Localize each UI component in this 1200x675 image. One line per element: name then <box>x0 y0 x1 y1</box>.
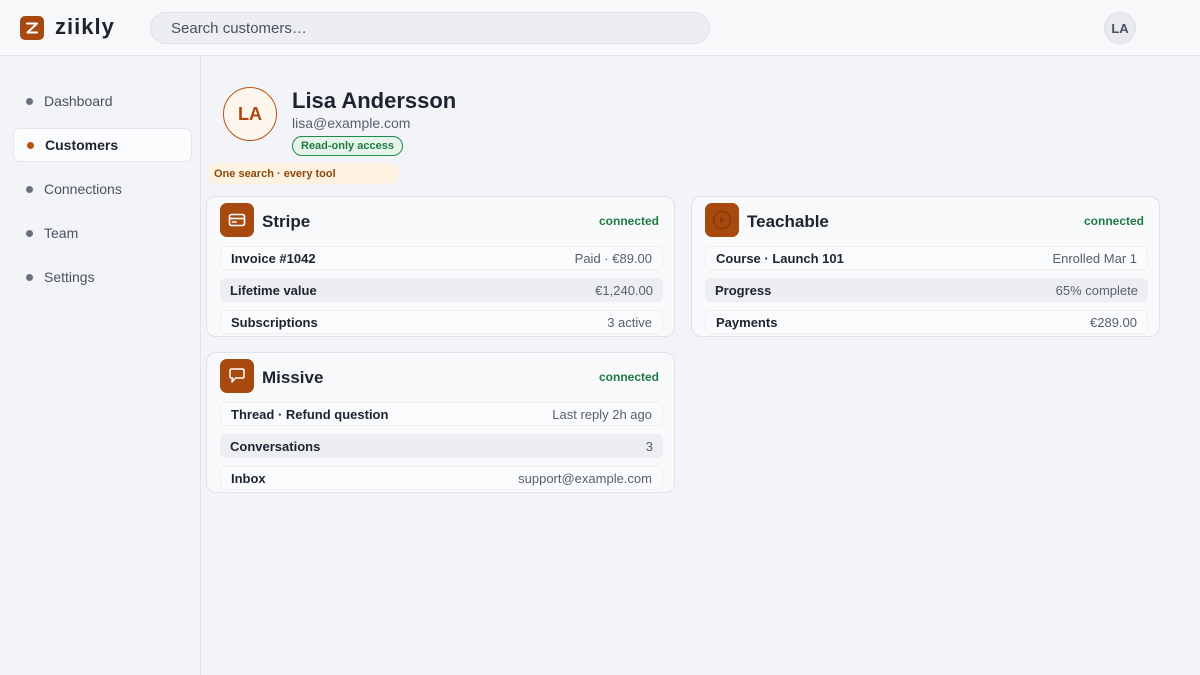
search-input[interactable] <box>150 12 710 44</box>
row-value: 3 active <box>607 314 652 330</box>
row-value: Enrolled Mar 1 <box>1052 250 1137 266</box>
row-label: Thread · Refund question <box>231 406 389 422</box>
row-value: €289.00 <box>1090 314 1137 330</box>
card-title: Teachable <box>747 212 829 231</box>
card-row[interactable]: Lifetime value €1,240.00 <box>220 278 663 302</box>
row-label: Inbox <box>231 470 266 486</box>
z-logo-icon[interactable] <box>20 16 44 40</box>
row-value: support@example.com <box>518 470 652 486</box>
sidebar-item-team[interactable]: Team <box>13 216 192 250</box>
teachable-card[interactable]: Teachable connected Course · Launch 101 … <box>691 196 1160 337</box>
card-row[interactable]: Inbox support@example.com <box>220 466 663 490</box>
row-label: Payments <box>716 314 778 330</box>
nav-dot-icon <box>26 97 33 105</box>
top-bar: ziikly LA <box>0 0 1200 56</box>
nav-dot-icon <box>26 273 33 281</box>
connection-status: connected <box>598 214 659 228</box>
sidebar-item-label: Dashboard <box>44 93 113 109</box>
card-row[interactable]: Progress 65% complete <box>705 278 1148 302</box>
user-avatar[interactable]: LA <box>1104 12 1136 44</box>
card-title: Stripe <box>262 212 311 231</box>
row-value: 3 <box>645 438 653 454</box>
connection-status: connected <box>598 370 659 384</box>
row-label: Progress <box>715 282 772 298</box>
row-label: Conversations <box>230 438 321 454</box>
customer-avatar: LA <box>223 87 277 141</box>
row-label: Lifetime value <box>230 282 317 298</box>
card-row[interactable]: Thread · Refund question Last reply 2h a… <box>220 402 663 426</box>
app-name[interactable]: ziikly <box>55 14 115 40</box>
sidebar: Dashboard Customers Connections Team Set… <box>0 56 201 675</box>
customer-name: Lisa Andersson <box>292 88 457 113</box>
connection-status: connected <box>1083 214 1144 228</box>
row-value: Paid · €89.00 <box>574 250 652 266</box>
card-row[interactable]: Conversations 3 <box>220 434 663 458</box>
missive-card[interactable]: Missive connected Thread · Refund questi… <box>206 352 675 493</box>
sidebar-item-label: Team <box>44 225 79 241</box>
row-label: Course · Launch 101 <box>716 250 844 266</box>
card-row[interactable]: Invoice #1042 Paid · €89.00 <box>220 246 663 270</box>
access-badge: Read-only access <box>292 136 403 156</box>
sidebar-item-connections[interactable]: Connections <box>13 172 192 206</box>
nav-dot-icon <box>26 229 33 237</box>
tagline-banner: One search · every tool <box>207 163 399 184</box>
credit-card-icon <box>220 203 254 237</box>
row-value: Last reply 2h ago <box>552 406 652 422</box>
sidebar-item-label: Settings <box>44 269 95 285</box>
card-row[interactable]: Course · Launch 101 Enrolled Mar 1 <box>705 246 1148 270</box>
card-row[interactable]: Subscriptions 3 active <box>220 310 663 334</box>
nav-dot-icon <box>27 141 34 149</box>
sidebar-item-label: Connections <box>44 181 122 197</box>
play-icon <box>705 203 739 237</box>
sidebar-item-label: Customers <box>45 137 119 153</box>
card-row[interactable]: Payments €289.00 <box>705 310 1148 334</box>
row-label: Subscriptions <box>231 314 318 330</box>
stripe-card[interactable]: Stripe connected Invoice #1042 Paid · €8… <box>206 196 675 337</box>
nav-dot-icon <box>26 185 33 193</box>
row-value: €1,240.00 <box>595 282 653 298</box>
customer-email[interactable]: lisa@example.com <box>292 115 410 131</box>
sidebar-item-settings[interactable]: Settings <box>13 260 192 294</box>
chat-bubble-icon <box>220 359 254 393</box>
card-title: Missive <box>262 368 324 387</box>
sidebar-item-dashboard[interactable]: Dashboard <box>13 84 192 118</box>
sidebar-item-customers[interactable]: Customers <box>13 128 192 162</box>
row-value: 65% complete <box>1055 282 1138 298</box>
row-label: Invoice #1042 <box>231 250 316 266</box>
